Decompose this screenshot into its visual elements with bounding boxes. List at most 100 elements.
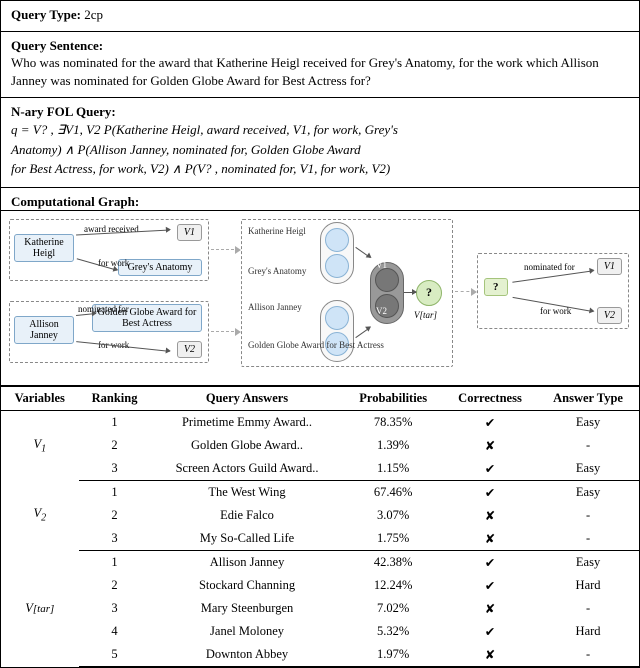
label-vtar: V[tar] [414, 310, 437, 320]
cell-atype: Easy [537, 410, 639, 434]
cell-rank: 2 [79, 574, 151, 597]
fol-line2: Anatomy) ∧ P(Allison Janney, nominated f… [11, 140, 629, 160]
cell-atype: - [537, 597, 639, 620]
cell-correct: ✔ [443, 574, 537, 597]
cell-correct: ✔ [443, 410, 537, 434]
cell-var-v2: V2 [1, 480, 79, 550]
emb-label-v2: V2 [376, 306, 387, 316]
var-v2-left: V2 [177, 341, 202, 358]
table-row: 2 Edie Falco 3.07% ✘ - [1, 504, 639, 527]
results-table: Variables Ranking Query Answers Probabil… [1, 386, 639, 667]
cell-prob: 67.46% [343, 480, 442, 504]
table-row: 5 Downton Abbey 1.97% ✘ - [1, 643, 639, 667]
cell-prob: 5.32% [343, 620, 442, 643]
cell-prob: 3.07% [343, 504, 442, 527]
label-fol: N-ary FOL Query: [11, 104, 116, 119]
cell-prob: 1.75% [343, 527, 442, 551]
cell-correct: ✔ [443, 457, 537, 481]
cell-answer: Mary Steenburgen [151, 597, 344, 620]
table-row: 2 Stockard Channing 12.24% ✔ Hard [1, 574, 639, 597]
text-query-sentence: Who was nominated for the award that Kat… [11, 54, 629, 89]
subgraph-bottom-left: Allison Janney Golden Globe Award for Be… [9, 301, 209, 363]
var-v2-right: V2 [597, 307, 622, 324]
table-header-row: Variables Ranking Query Answers Probabil… [1, 386, 639, 410]
label-query-type: Query Type: [11, 7, 81, 22]
cell-atype: Hard [537, 620, 639, 643]
cell-rank: 3 [79, 457, 151, 481]
cell-prob: 42.38% [343, 550, 442, 574]
embedding-circle-icon [325, 254, 349, 278]
cell-rank: 4 [79, 620, 151, 643]
th-variables: Variables [1, 386, 79, 410]
arrow-icon [404, 292, 416, 293]
cell-var-v1: V1 [1, 410, 79, 480]
entity-allison-janney: Allison Janney [14, 316, 74, 344]
cell-atype: Easy [537, 550, 639, 574]
cell-correct: ✔ [443, 550, 537, 574]
label-query-sentence: Query Sentence: [11, 38, 103, 53]
label-graph: Computational Graph: [11, 194, 139, 209]
section-query-type: Query Type: 2cp [1, 1, 639, 32]
rel-nominated-for: nominated for [78, 304, 129, 314]
table-row: V1 1 Primetime Emmy Award.. 78.35% ✔ Eas… [1, 410, 639, 434]
cell-correct: ✔ [443, 620, 537, 643]
arrow-icon [355, 247, 370, 258]
computational-graph: Katherine Heigl V1 Grey's Anatomy award … [1, 211, 639, 386]
th-answers: Query Answers [151, 386, 344, 410]
th-correct: Correctness [443, 386, 537, 410]
cell-atype: - [537, 504, 639, 527]
cell-correct: ✘ [443, 643, 537, 667]
arrow-icon [355, 327, 370, 338]
section-fol: N-ary FOL Query: q = V? , ∃V1, V2 P(Kath… [1, 98, 639, 188]
var-v1-right: V1 [597, 258, 622, 275]
emb-label-kh: Katherine Heigl [248, 226, 306, 236]
cell-correct: ✔ [443, 480, 537, 504]
table-row: 3 Screen Actors Guild Award.. 1.15% ✔ Ea… [1, 457, 639, 481]
table-row: 4 Janel Moloney 5.32% ✔ Hard [1, 620, 639, 643]
emb-label-v1: V1 [376, 260, 387, 270]
cell-answer: Primetime Emmy Award.. [151, 410, 344, 434]
cell-prob: 78.35% [343, 410, 442, 434]
th-ranking: Ranking [79, 386, 151, 410]
entity-katherine-heigl: Katherine Heigl [14, 234, 74, 262]
subgraph-top-left: Katherine Heigl V1 Grey's Anatomy award … [9, 219, 209, 281]
cell-rank: 1 [79, 550, 151, 574]
cell-prob: 1.39% [343, 434, 442, 457]
cell-prob: 12.24% [343, 574, 442, 597]
emb-label-aj: Allison Janney [248, 302, 302, 312]
section-query-sentence: Query Sentence: Who was nominated for th… [1, 32, 639, 98]
cell-var-vtar: V[tar] [1, 550, 79, 666]
cell-atype: - [537, 643, 639, 667]
table-row: 3 Mary Steenburgen 7.02% ✘ - [1, 597, 639, 620]
query-target-circle: ? [416, 280, 442, 306]
cell-answer: The West Wing [151, 480, 344, 504]
cell-atype: - [537, 527, 639, 551]
cell-correct: ✘ [443, 434, 537, 457]
table-row: 2 Golden Globe Award.. 1.39% ✘ - [1, 434, 639, 457]
cell-prob: 7.02% [343, 597, 442, 620]
cell-correct: ✘ [443, 527, 537, 551]
cell-rank: 2 [79, 434, 151, 457]
embedding-pair-top [320, 222, 354, 284]
cell-rank: 3 [79, 597, 151, 620]
subgraph-right: ? nominated for for work V1 V2 [477, 253, 629, 329]
table-row: V2 1 The West Wing 67.46% ✔ Easy [1, 480, 639, 504]
embedding-circle-icon [325, 228, 349, 252]
cell-rank: 2 [79, 504, 151, 527]
cell-correct: ✘ [443, 597, 537, 620]
entity-greys-anatomy: Grey's Anatomy [118, 259, 202, 276]
rel-nominated-for-2: nominated for [524, 262, 575, 272]
dashed-arrow-icon [211, 249, 239, 250]
embedding-circle-icon [375, 268, 399, 292]
cell-answer: Stockard Channing [151, 574, 344, 597]
cell-atype: Easy [537, 457, 639, 481]
table-row: V[tar] 1 Allison Janney 42.38% ✔ Easy [1, 550, 639, 574]
fol-line3: for Best Actress, for work, V2) ∧ P(V? ,… [11, 159, 629, 179]
subgraph-embeddings: Katherine Heigl Grey's Anatomy Allison J… [241, 219, 453, 367]
emb-label-ga: Grey's Anatomy [248, 266, 306, 276]
cell-rank: 3 [79, 527, 151, 551]
emb-label-gg: Golden Globe Award for Best Actress [248, 340, 320, 350]
th-probs: Probabilities [343, 386, 442, 410]
cell-rank: 1 [79, 480, 151, 504]
cell-prob: 1.97% [343, 643, 442, 667]
